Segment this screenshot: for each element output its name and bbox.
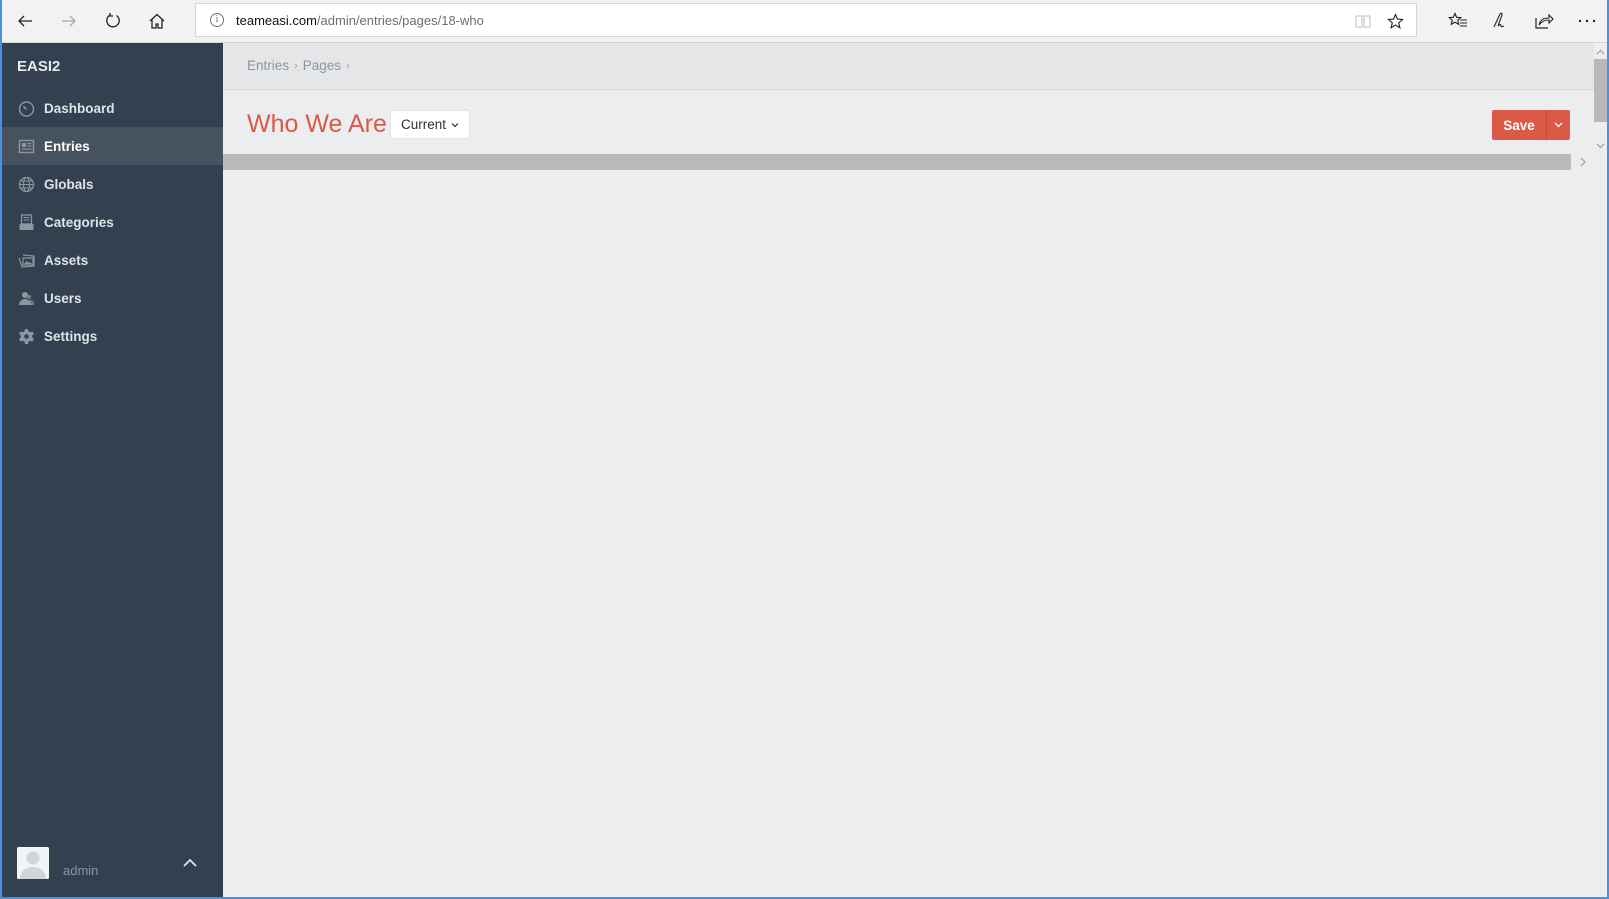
web-note-icon — [1493, 12, 1505, 28]
favorites-hub-icon — [1448, 12, 1467, 27]
user-menu-toggle[interactable] — [182, 855, 202, 871]
sidebar-item-label: Dashboard — [44, 100, 115, 116]
globe-icon — [17, 175, 35, 193]
vertical-scrollbar[interactable] — [1594, 43, 1607, 897]
breadcrumb-bar: Entries › Pages › — [223, 43, 1594, 90]
share-icon — [1535, 13, 1554, 29]
forward-button[interactable] — [55, 8, 83, 34]
back-button[interactable] — [11, 8, 39, 34]
page-title: Who We Are — [247, 110, 387, 138]
sidebar-item-label: Globals — [44, 176, 94, 192]
breadcrumb: Entries › Pages › — [247, 58, 355, 73]
more-icon — [1578, 19, 1596, 23]
sidebar-item-label: Settings — [44, 328, 98, 344]
save-options-button[interactable] — [1547, 110, 1570, 140]
categories-tray-icon — [17, 213, 35, 231]
sidebar-item-globals[interactable]: Globals — [2, 165, 223, 203]
browser-toolbar: i teameasi.com/admin/entries/pages/18-wh… — [2, 0, 1607, 43]
sidebar-item-label: Assets — [44, 252, 89, 268]
reading-view-button[interactable] — [1353, 11, 1373, 31]
sidebar-item-settings[interactable]: Settings — [2, 317, 223, 355]
chevron-up-icon — [1596, 49, 1605, 55]
scrollbar-thumb[interactable] — [1594, 59, 1607, 122]
share-button[interactable] — [1532, 9, 1556, 33]
site-info-icon[interactable]: i — [210, 13, 224, 27]
sidebar-item-entries[interactable]: Entries — [2, 127, 223, 165]
sidebar-item-categories[interactable]: Categories — [2, 203, 223, 241]
sidebar-item-assets[interactable]: Assets — [2, 241, 223, 279]
sidebar-item-label: Categories — [44, 214, 114, 230]
username: admin — [63, 863, 99, 878]
refresh-button[interactable] — [99, 8, 127, 34]
dashboard-gauge-icon — [17, 99, 35, 117]
sidebar-item-users[interactable]: Users — [2, 279, 223, 317]
save-button[interactable]: Save — [1492, 110, 1547, 140]
home-icon — [149, 13, 165, 29]
home-button[interactable] — [143, 8, 171, 34]
sidebar-item-label: Users — [44, 290, 82, 306]
tabs-scroll-right-button[interactable] — [1576, 155, 1590, 169]
sidebar-item-label: Entries — [44, 138, 90, 154]
main-content: Entries › Pages › Who We Are Current Sav… — [223, 43, 1594, 897]
breadcrumb-entries[interactable]: Entries — [247, 58, 289, 73]
user-silhouette-icon — [17, 847, 49, 879]
chevron-down-icon — [451, 122, 459, 127]
content-tabs-bar — [223, 154, 1571, 170]
entries-newspaper-icon — [17, 137, 35, 155]
favorites-hub-button[interactable] — [1446, 9, 1470, 33]
favorite-button[interactable] — [1385, 11, 1405, 31]
address-bar[interactable]: i teameasi.com/admin/entries/pages/18-wh… — [195, 3, 1417, 37]
chevron-down-icon — [1554, 122, 1563, 128]
chevron-right-icon — [1580, 157, 1586, 167]
avatar[interactable] — [17, 847, 49, 879]
gear-icon — [17, 327, 35, 345]
browser-window: i teameasi.com/admin/entries/pages/18-wh… — [0, 0, 1609, 899]
more-button[interactable] — [1575, 9, 1599, 33]
sidebar-nav: Dashboard Entries Globals Categories Ass… — [2, 101, 223, 355]
save-button-group: Save — [1492, 110, 1570, 140]
revision-label: Current — [400, 117, 446, 132]
breadcrumb-separator-icon: › — [294, 59, 298, 72]
site-brand[interactable]: EASI2 — [17, 58, 60, 75]
url-path: /admin/entries/pages/18-who — [316, 13, 484, 28]
refresh-icon — [106, 13, 120, 28]
breadcrumb-pages[interactable]: Pages — [303, 58, 341, 73]
chevron-up-icon — [183, 858, 197, 867]
assets-image-icon — [17, 251, 35, 269]
revision-dropdown[interactable]: Current — [390, 110, 470, 139]
users-icon — [17, 289, 35, 307]
user-menu[interactable]: admin — [2, 837, 223, 897]
scroll-down-button[interactable] — [1595, 138, 1606, 149]
sidebar: EASI2 Dashboard Entries Globals Categori… — [2, 43, 223, 897]
chevron-down-icon — [1596, 143, 1605, 149]
favorite-star-icon — [1386, 12, 1404, 29]
arrow-left-icon — [18, 15, 32, 27]
arrow-right-icon — [62, 15, 76, 27]
reading-view-icon — [1355, 15, 1371, 28]
url-host: teameasi.com — [236, 13, 317, 28]
sidebar-item-dashboard[interactable]: Dashboard — [2, 89, 223, 127]
breadcrumb-separator-icon: › — [345, 59, 350, 72]
url-text[interactable]: teameasi.com/admin/entries/pages/18-who — [236, 13, 484, 28]
scroll-up-button[interactable] — [1595, 45, 1606, 56]
web-note-button[interactable] — [1488, 9, 1512, 33]
